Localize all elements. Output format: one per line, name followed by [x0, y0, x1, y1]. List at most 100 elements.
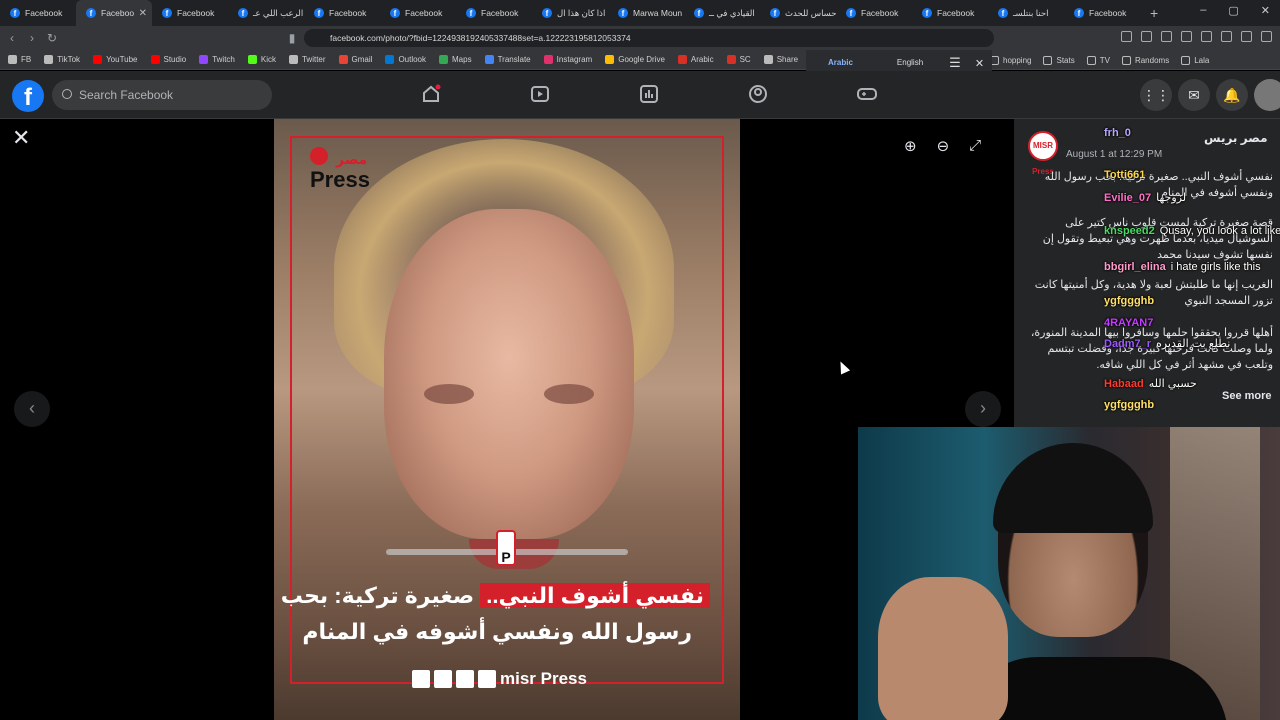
bookmark-favicon-icon	[439, 55, 449, 64]
video-icon[interactable]	[530, 84, 550, 104]
bookmark-item[interactable]: Lala	[1181, 55, 1209, 65]
browser-tab[interactable]: f Facebook	[1064, 0, 1140, 26]
facebook-favicon-icon: f	[162, 8, 172, 18]
browser-tab[interactable]: f Faceboo ✕	[76, 0, 152, 26]
close-icon[interactable]: ✕	[12, 125, 30, 151]
bookmark-item[interactable]: FB	[8, 55, 31, 64]
extension-icon[interactable]	[1121, 31, 1132, 42]
browser-tab[interactable]: f الرعب اللي عـ	[228, 0, 304, 26]
mouse-cursor-icon	[835, 359, 851, 375]
browser-tab[interactable]: f Marwa Moun	[608, 0, 684, 26]
home-icon[interactable]	[421, 84, 441, 104]
close-tab-icon[interactable]: ✕	[139, 8, 147, 19]
extension-icon[interactable]	[1261, 31, 1272, 42]
browser-tab[interactable]: f Facebook	[912, 0, 988, 26]
extension-icon[interactable]	[1141, 31, 1152, 42]
close-icon[interactable]: ✕	[975, 57, 984, 70]
zoom-in-icon[interactable]: ⊕	[904, 137, 917, 155]
bookmark-label: TV	[1099, 55, 1110, 65]
previous-photo-button[interactable]: ‹	[14, 391, 50, 427]
bookmark-item[interactable]: Outlook	[385, 55, 426, 64]
bookmark-item[interactable]: Gmail	[338, 55, 372, 64]
gaming-icon[interactable]	[857, 84, 877, 104]
chat-username: 4RAYAN7	[1104, 317, 1154, 329]
bookmark-item[interactable]: SC	[726, 55, 751, 64]
browser-tab[interactable]: f Facebook	[152, 0, 228, 26]
bookmark-item[interactable]: Maps	[439, 55, 472, 64]
minimize-icon[interactable]: –	[1200, 4, 1206, 17]
bookmark-item[interactable]: TikTok	[44, 55, 80, 64]
youtube-icon	[412, 670, 430, 688]
back-icon[interactable]: ‹	[2, 31, 22, 45]
maximize-icon[interactable]: ▢	[1228, 4, 1238, 17]
browser-tab[interactable]: f Facebook	[456, 0, 532, 26]
messenger-icon[interactable]: ✉	[1178, 79, 1210, 111]
bookmark-icon[interactable]: ▮	[282, 31, 302, 45]
extension-icon[interactable]	[1181, 31, 1192, 42]
browser-tab[interactable]: f Facebook	[304, 0, 380, 26]
extension-icon[interactable]	[1161, 31, 1172, 42]
bookmark-favicon-icon	[543, 55, 553, 64]
bookmark-item[interactable]: Studio	[150, 55, 186, 64]
folder-icon	[1043, 55, 1053, 65]
bookmark-favicon-icon	[605, 55, 615, 64]
bookmark-item[interactable]: Kick	[247, 55, 276, 64]
fullscreen-icon[interactable]: ⤢	[969, 137, 981, 155]
tab-title: Facebook	[177, 8, 215, 18]
tab-title: حساس للحدث	[785, 7, 836, 18]
menu-grid-icon[interactable]: ⋮⋮	[1140, 79, 1172, 111]
menu-icon[interactable]: ☰	[949, 55, 961, 71]
browser-tab[interactable]: f احنا بنتلسـ	[988, 0, 1064, 26]
bookmark-favicon-icon	[150, 55, 160, 64]
bookmark-item[interactable]: Share	[763, 55, 798, 64]
page-avatar[interactable]: MISR Press	[1028, 131, 1058, 176]
bookmark-item[interactable]: YouTube	[93, 55, 138, 64]
bookmark-item[interactable]: Instagram	[543, 55, 592, 64]
bookmark-favicon-icon	[288, 55, 298, 64]
bookmark-item[interactable]: Twitch	[199, 55, 235, 64]
extension-icon[interactable]	[1201, 31, 1212, 42]
chat-message: Dadm7_r نطلع بت القديره	[1104, 337, 1230, 350]
marketplace-icon[interactable]	[639, 84, 659, 104]
browser-tab[interactable]: f حساس للحدث	[760, 0, 836, 26]
address-bar[interactable]: facebook.com/photo/?fbid=122493819240533…	[304, 29, 994, 47]
caption-rest: صغيرة تركية: بحب	[280, 583, 475, 608]
bookmark-item[interactable]: Arabic	[677, 55, 714, 64]
bookmark-item[interactable]: TV	[1086, 55, 1110, 65]
search-input[interactable]: Search Facebook	[52, 80, 272, 110]
press-logo-icon	[310, 147, 328, 165]
bookmark-item[interactable]: Google Drive	[605, 55, 665, 64]
forward-icon[interactable]: ›	[22, 31, 42, 45]
bookmark-label: Randoms	[1134, 55, 1170, 65]
tab-title: Facebook	[481, 8, 519, 18]
groups-icon[interactable]	[748, 84, 768, 104]
zoom-out-icon[interactable]: ⊖	[937, 137, 950, 155]
chat-message: Evilie_07 لزوجها	[1104, 191, 1186, 204]
reload-icon[interactable]: ↻	[42, 31, 62, 45]
bookmark-item[interactable]: hopping	[990, 55, 1031, 65]
bookmark-item[interactable]: Translate	[484, 55, 531, 64]
browser-tab[interactable]: f Facebook	[836, 0, 912, 26]
bookmark-item[interactable]: Randoms	[1121, 55, 1170, 65]
chat-username: knspeed2	[1104, 225, 1155, 237]
caption-highlight: نفسي أشوف النبي..	[480, 583, 710, 608]
browser-tab[interactable]: f اذا كان هذا ال	[532, 0, 608, 26]
bookmark-item[interactable]: Stats	[1043, 55, 1075, 65]
new-tab-button[interactable]: +	[1150, 5, 1158, 21]
instagram-icon	[478, 670, 496, 688]
close-window-icon[interactable]: ✕	[1261, 4, 1270, 17]
facebook-favicon-icon: f	[694, 8, 704, 18]
extension-icon[interactable]	[1241, 31, 1252, 42]
chat-message: 4RAYAN7	[1104, 317, 1158, 329]
browser-tab[interactable]: f القيادي في ــ	[684, 0, 760, 26]
facebook-logo-icon[interactable]: f	[12, 80, 44, 112]
avatar[interactable]	[1254, 79, 1280, 111]
browser-tab[interactable]: f Facebook	[380, 0, 456, 26]
browser-tab[interactable]: f Facebook	[0, 0, 76, 26]
extension-icon[interactable]	[1221, 31, 1232, 42]
notifications-icon[interactable]: 🔔	[1216, 79, 1248, 111]
bookmark-favicon-icon	[199, 55, 209, 64]
bookmark-favicon-icon	[726, 55, 736, 64]
bookmark-item[interactable]: Twitter	[288, 55, 326, 64]
next-photo-button[interactable]: ›	[965, 391, 1001, 427]
